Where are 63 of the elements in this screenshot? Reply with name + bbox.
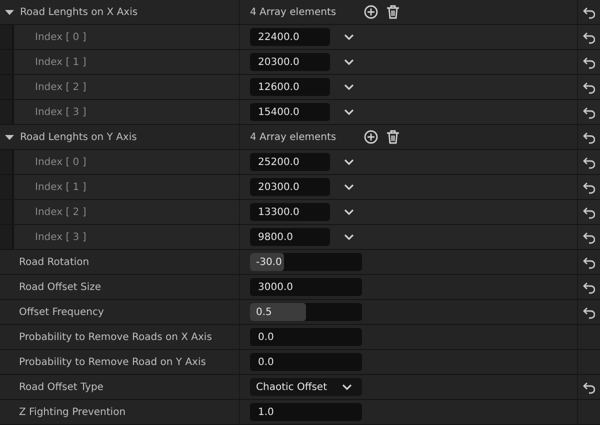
number-field[interactable]: 0.0 (250, 328, 362, 346)
number-field[interactable]: 20300.0 (250, 53, 330, 71)
property-label: Index [ 2 ] (35, 82, 86, 92)
chevron-down-icon[interactable] (344, 33, 354, 41)
property-label: Probability to Remove Roads on X Axis (19, 332, 212, 342)
property-label: Index [ 3 ] (35, 232, 86, 242)
property-label: Road Offset Size (19, 282, 102, 292)
chevron-down-icon[interactable] (344, 183, 354, 191)
property-label: Z Fighting Prevention (19, 406, 126, 418)
chevron-down-icon[interactable] (344, 58, 354, 66)
reset-icon[interactable] (583, 130, 595, 144)
slider-field[interactable]: -30.0 (250, 253, 362, 271)
chevron-down-icon[interactable] (344, 158, 354, 166)
chevron-down-icon[interactable] (342, 383, 352, 391)
property-label: Index [ 0 ] (35, 32, 86, 42)
number-field[interactable]: 1.0 (250, 403, 362, 421)
property-label: Road Lenghts on Y Axis (20, 132, 137, 142)
number-field[interactable]: 13300.0 (250, 203, 330, 221)
number-field[interactable]: 22400.0 (250, 28, 330, 46)
reset-icon[interactable] (583, 380, 595, 394)
add-icon[interactable] (364, 130, 378, 144)
reset-icon[interactable] (583, 30, 595, 44)
expand-arrow-icon[interactable] (5, 132, 14, 142)
add-icon[interactable] (364, 5, 378, 19)
property-label: Road Lenghts on X Axis (20, 6, 138, 18)
reset-icon[interactable] (583, 155, 595, 169)
number-field[interactable]: 3000.0 (250, 278, 362, 296)
reset-icon[interactable] (583, 230, 595, 244)
array-count: 4 Array elements (250, 6, 338, 18)
reset-icon[interactable] (583, 5, 595, 19)
reset-icon[interactable] (583, 180, 595, 194)
number-field[interactable]: 20300.0 (250, 178, 330, 196)
reset-icon[interactable] (583, 280, 595, 294)
number-field[interactable]: 9800.0 (250, 228, 330, 246)
dropdown[interactable]: Chaotic Offset (250, 378, 362, 396)
reset-icon[interactable] (583, 80, 595, 94)
number-field[interactable]: 0.0 (250, 353, 362, 371)
chevron-down-icon[interactable] (344, 83, 354, 91)
property-label: Index [ 1 ] (35, 182, 86, 192)
property-label: Index [ 0 ] (35, 156, 86, 168)
trash-icon[interactable] (387, 130, 399, 144)
chevron-down-icon[interactable] (344, 208, 354, 216)
number-field[interactable]: 25200.0 (250, 153, 330, 171)
number-field[interactable]: 12600.0 (250, 78, 330, 96)
property-label: Road Offset Type (19, 382, 104, 392)
slider-field[interactable]: 0.5 (250, 303, 362, 321)
reset-icon[interactable] (583, 105, 595, 119)
property-label: Road Rotation (19, 256, 90, 268)
array-count: 4 Array elements (250, 132, 338, 142)
trash-icon[interactable] (387, 5, 399, 19)
expand-arrow-icon[interactable] (5, 8, 14, 16)
property-label: Offset Frequency (19, 306, 104, 318)
reset-icon[interactable] (583, 255, 595, 269)
property-label: Index [ 1 ] (35, 56, 86, 68)
chevron-down-icon[interactable] (344, 108, 354, 116)
property-label: Index [ 2 ] (35, 206, 86, 218)
reset-icon[interactable] (583, 55, 595, 69)
reset-icon[interactable] (583, 305, 595, 319)
chevron-down-icon[interactable] (344, 233, 354, 241)
property-label: Index [ 3 ] (35, 106, 86, 118)
number-field[interactable]: 15400.0 (250, 103, 330, 121)
reset-icon[interactable] (583, 205, 595, 219)
property-label: Probability to Remove Road on Y Axis (19, 356, 206, 368)
